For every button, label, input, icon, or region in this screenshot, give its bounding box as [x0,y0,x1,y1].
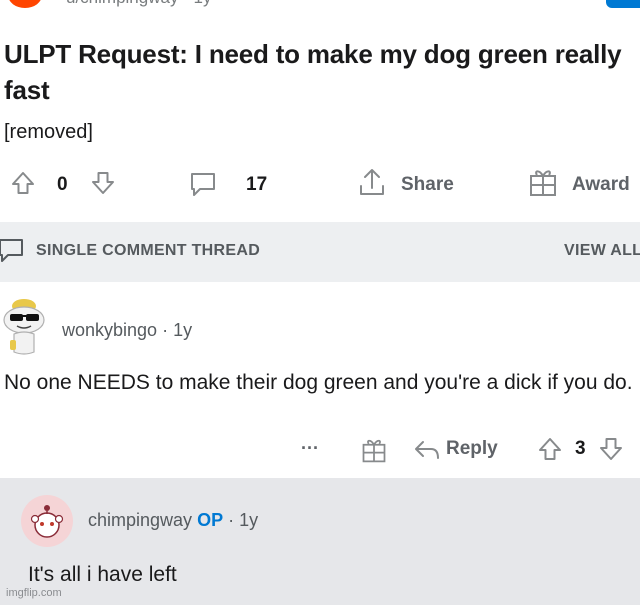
post-title: ULPT Request: I need to make my dog gree… [4,39,622,105]
comment1-meta: wonkybingo · 1y [62,320,193,340]
comment1-award-icon[interactable] [360,436,388,464]
comment1-username[interactable]: wonkybingo [62,320,157,340]
reply-icon[interactable] [413,438,441,462]
comment2-username[interactable]: chimpingway [88,510,192,530]
wonkybingo-avatar[interactable] [0,294,50,358]
share-label[interactable]: Share [401,174,454,196]
comment-count[interactable]: 17 [246,174,267,196]
comment-icon[interactable] [188,170,218,198]
join-button[interactable] [606,0,640,8]
comment1-upvote-icon[interactable] [537,436,563,462]
comment2-body: It's all i have left [28,563,177,586]
view-all-button[interactable]: VIEW ALL [564,242,640,260]
comment2-meta: chimpingway OP · 1y [88,510,259,530]
chimpingway-avatar[interactable] [20,494,74,548]
upvote-icon[interactable] [10,170,36,196]
downvote-icon[interactable] [90,170,116,196]
post-vote-count: 0 [57,174,68,195]
reply-label[interactable]: Reply [446,438,498,460]
post-author-meta[interactable]: u/chimpingway · 1y [66,0,212,8]
post-actions-bar: 0 17 Share Award [0,164,640,202]
thread-comment-icon [0,236,26,264]
post-author-avatar[interactable] [8,0,42,8]
share-icon[interactable] [356,166,388,198]
post-body-removed: [removed] [4,121,93,143]
more-options-button[interactable]: ··· [301,438,319,459]
comment1-actions-bar: ··· Reply 3 [0,430,640,470]
comment1-downvote-icon[interactable] [598,436,624,462]
award-label[interactable]: Award [572,174,630,196]
comment1-age: 1y [173,320,193,340]
comment2-age: 1y [239,510,259,530]
op-badge: OP [197,510,224,530]
comment1-body: No one NEEDS to make their dog green and… [4,371,633,394]
imgflip-watermark: imgflip.com [6,587,62,599]
comment1-vote-count: 3 [575,438,586,459]
single-comment-thread-label: SINGLE COMMENT THREAD [36,242,261,259]
award-icon[interactable] [527,166,559,198]
